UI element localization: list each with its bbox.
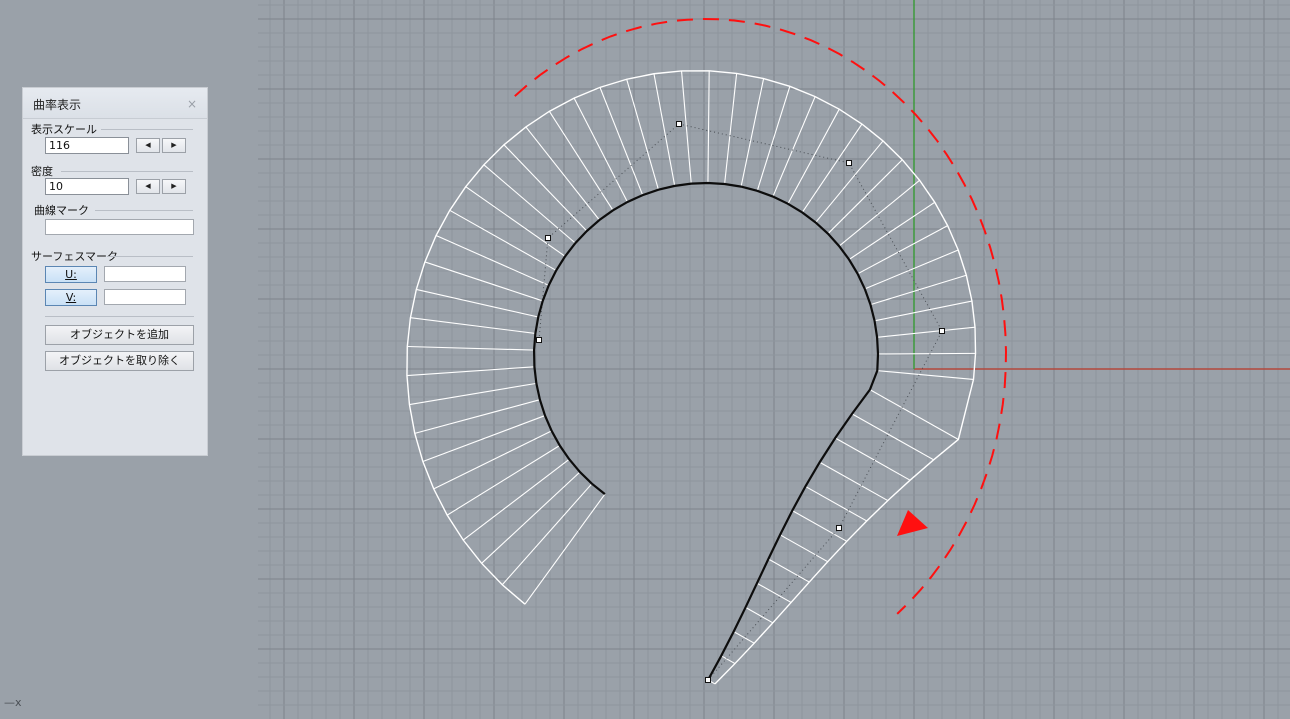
comb-tooth [874,300,973,322]
v-button[interactable]: V: [45,289,97,306]
curve-mark-label: 曲線マーク [34,204,89,217]
scale-stepper: ◀ ▶ [136,138,188,153]
scale-divider [101,129,193,130]
comb-tooth [406,366,535,377]
grid [258,0,1290,719]
density-stepper: ◀ ▶ [136,179,188,194]
density-increase-button[interactable]: ▶ [162,179,186,194]
curvature-comb [406,70,977,685]
comb-tooth [779,534,829,563]
comb-tooth [801,123,863,213]
comb-tooth [870,274,967,306]
comb-tooth [573,97,628,203]
control-point[interactable] [846,160,852,166]
comb-tooth [724,73,738,185]
scale-increase-button[interactable]: ▶ [162,138,186,153]
density-divider [61,171,193,172]
axis-indicator: —x [4,696,22,709]
comb-tooth [733,631,755,644]
comb-tooth [877,326,976,338]
comb-tooth [848,201,936,260]
comb-tooth [827,159,903,235]
control-point[interactable] [836,525,842,531]
comb-envelope [406,70,977,685]
surface-mark-label: サーフェスマーク [31,250,119,263]
comb-tooth [720,655,736,665]
comb-tooth [446,445,561,516]
control-points [536,121,945,683]
actions-divider [45,316,194,317]
control-polygon [538,123,943,681]
comb-tooth [707,70,710,184]
comb-tooth [653,73,676,186]
comb-tooth [414,399,541,434]
v-field[interactable] [104,289,186,305]
comb-tooth [410,317,536,335]
scale-decrease-button[interactable]: ◀ [136,138,160,153]
scale-section-label: 表示スケール [31,123,97,136]
comb-tooth [772,96,816,197]
curve-mark-field[interactable] [45,219,194,235]
comb-tooth [857,225,948,275]
panel-title: 曲率表示 [33,98,82,112]
spiral-curve[interactable] [532,181,880,681]
density-decrease-button[interactable]: ◀ [136,179,160,194]
density-input[interactable]: 10 [45,178,129,195]
comb-tooth [524,493,606,605]
viewport[interactable] [258,0,1290,719]
control-point[interactable] [536,337,542,343]
comb-tooth [864,249,959,290]
panel-title-bar: 曲率表示 × [23,88,207,119]
remove-object-button[interactable]: オブジェクトを取り除く [45,351,194,371]
scale-input[interactable]: 116 [45,137,129,154]
close-icon[interactable]: × [187,97,197,111]
curvature-panel: 曲率表示 × 表示スケール 116 ◀ ▶ 密度 10 ◀ ▶ 曲線マーク サー… [22,87,208,456]
control-point[interactable] [939,328,945,334]
comb-tooth [407,345,535,351]
add-object-button[interactable]: オブジェクトを追加 [45,325,194,345]
u-field[interactable] [104,266,186,282]
curve-mark-divider [95,210,193,211]
control-point[interactable] [705,677,711,683]
comb-tooth [877,352,976,355]
comb-tooth [834,437,911,481]
comb-tooth [548,111,614,211]
left-panel-area: —x 曲率表示 × 表示スケール 116 ◀ ▶ 密度 10 ◀ ▶ 曲線マーク… [0,0,258,719]
comb-tooth [787,108,840,205]
comb-tooth [838,179,920,247]
surface-mark-divider [107,256,193,257]
comb-tooth [409,382,537,406]
comb-tooth [433,430,552,490]
comb-tooth [877,370,974,380]
u-button[interactable]: U: [45,266,97,283]
density-section-label: 密度 [31,165,53,178]
comb-tooth [815,140,884,223]
control-point[interactable] [676,121,682,127]
control-point[interactable] [545,235,551,241]
viewport-canvas [258,0,1290,719]
